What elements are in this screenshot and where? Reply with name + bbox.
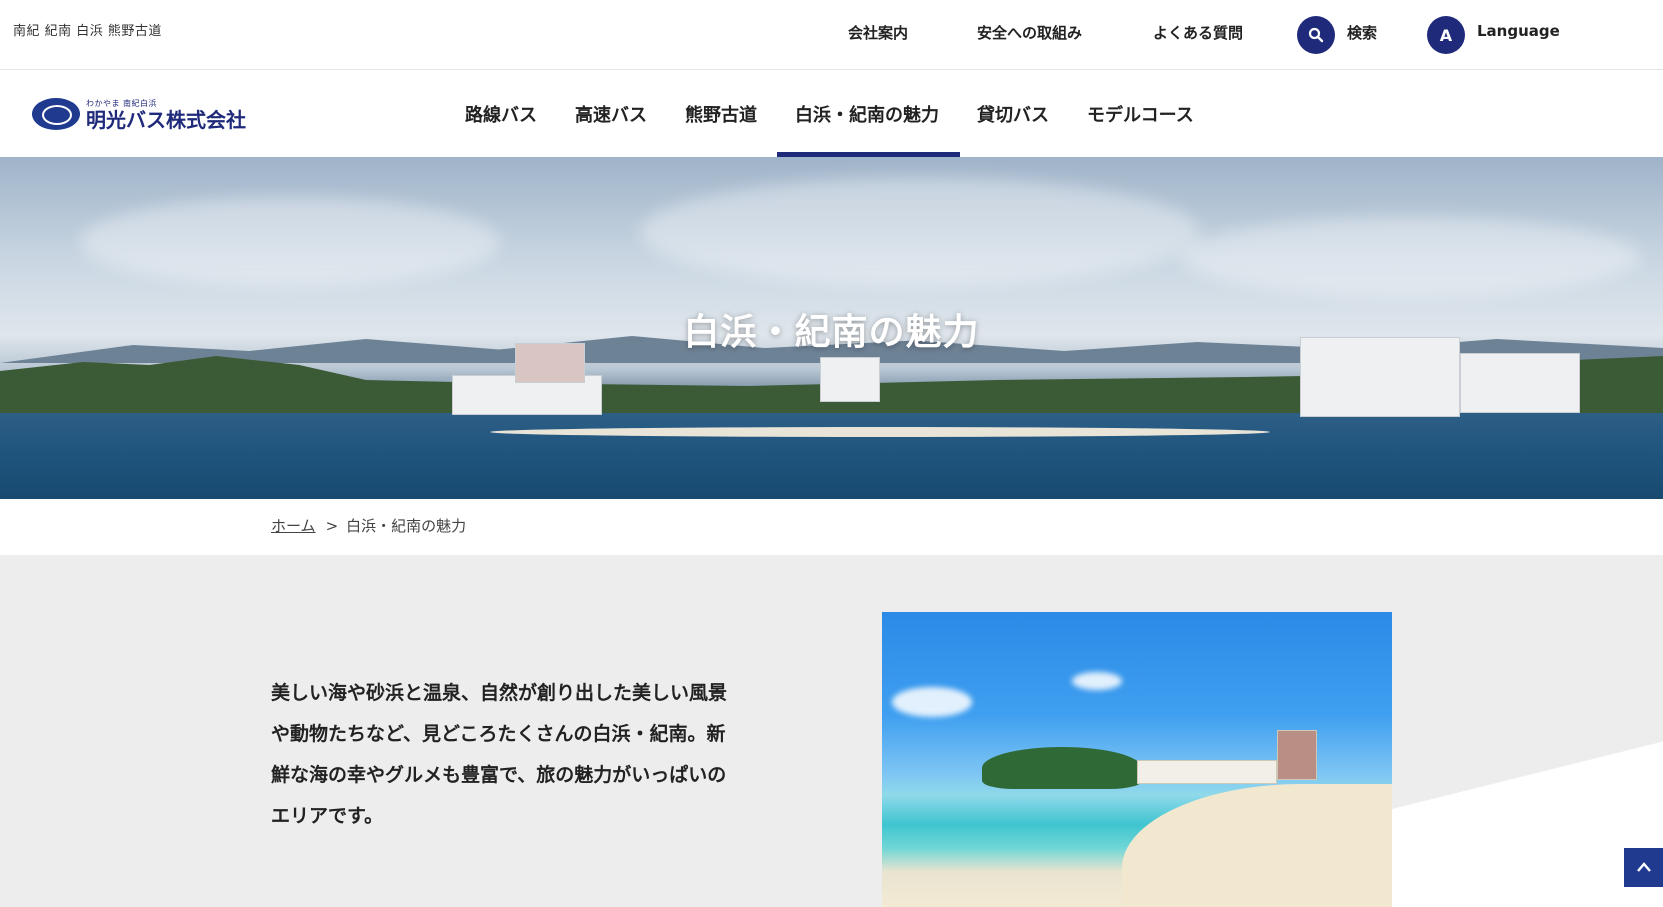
nav-shirahama-kinan[interactable]: 白浜・紀南の魅力 [795,101,939,127]
chevron-up-icon [1636,858,1652,877]
site-tagline: 南紀 紀南 白浜 熊野古道 [13,24,162,39]
photo-cloud [1072,672,1122,690]
nav-route-bus[interactable]: 路線バス [465,101,537,127]
search-button[interactable]: 検索 [1347,22,1377,43]
language-button[interactable]: Language [1477,22,1560,40]
intro-section: 美しい海や砂浜と温泉、自然が創り出した美しい風景や動物たちなど、見どころたくさん… [0,555,1663,907]
back-to-top-button[interactable] [1624,848,1663,887]
hero-beach [490,427,1270,437]
nav-model-course[interactable]: モデルコース [1087,101,1194,127]
language-icon[interactable]: A [1427,16,1465,54]
photo-island [982,747,1142,789]
page-title: 白浜・紀南の魅力 [683,312,980,353]
link-safety[interactable]: 安全への取組み [977,22,1082,43]
hero-building [1460,353,1580,413]
hero-building [820,357,880,402]
hero-cloud [80,197,500,287]
nav-charter-bus[interactable]: 貸切バス [977,101,1049,127]
utility-bar: 南紀 紀南 白浜 熊野古道 会社案内 安全への取組み よくある質問 検索 A L… [0,0,1663,70]
hero-banner: 白浜・紀南の魅力 [0,157,1663,499]
search-icon[interactable] [1297,16,1335,54]
breadcrumb-separator: > [325,517,339,535]
main-header: わかやま 南紀白浜 明光バス株式会社 路線バス 高速バス 熊野古道 白浜・紀南の… [0,70,1663,157]
logo-name: 明光バス株式会社 [86,107,246,132]
logo-subtitle: わかやま 南紀白浜 [86,98,158,108]
photo-sand [1122,784,1392,907]
link-faq[interactable]: よくある質問 [1153,22,1243,43]
intro-text: 美しい海や砂浜と温泉、自然が創り出した美しい風景や動物たちなど、見どころたくさん… [271,682,728,827]
hero-cloud [1180,217,1640,297]
nav-highway-bus[interactable]: 高速バス [575,101,647,127]
hero-cloud [640,177,1200,287]
photo-cloud [892,687,972,717]
link-company-info[interactable]: 会社案内 [848,22,908,43]
company-logo[interactable]: わかやま 南紀白浜 明光バス株式会社 [32,94,262,134]
beach-photo [882,612,1392,907]
logo-mark [32,98,80,130]
breadcrumb-current: 白浜・紀南の魅力 [346,517,467,535]
section-diagonal [0,741,1663,907]
breadcrumb-home[interactable]: ホーム [271,517,316,535]
photo-hotel [1277,730,1317,780]
breadcrumb: ホーム > 白浜・紀南の魅力 [271,515,466,536]
nav-kumano-kodo[interactable]: 熊野古道 [685,101,757,127]
photo-hotel [1137,760,1277,784]
